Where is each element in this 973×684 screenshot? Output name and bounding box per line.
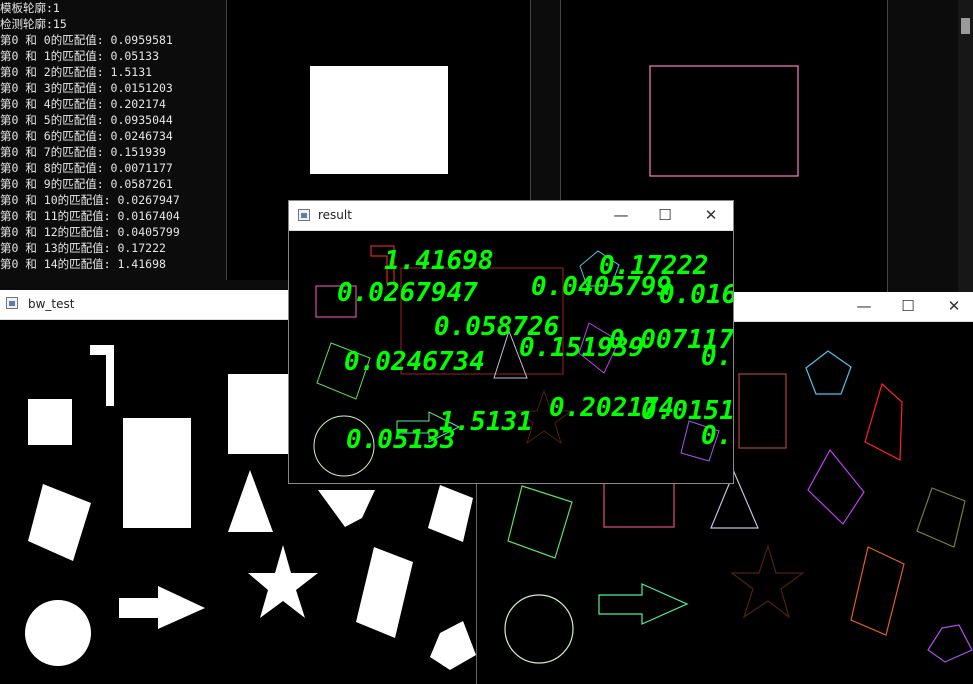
match-value-label: 0.151939 (519, 333, 644, 363)
window-app-icon (298, 209, 310, 221)
console-line: 第0 和 2的匹配值: 1.5131 (0, 65, 153, 79)
shape-tilted-rectangle (356, 547, 413, 638)
shape-small-diamond (430, 621, 476, 670)
contour-star (730, 544, 805, 619)
result-window[interactable]: result — ☐ ✕ 1.41698 0.17222 0.0267947 0.04… (288, 200, 734, 484)
shape-circle (25, 600, 91, 666)
console-line: 第0 和 6的匹配值: 0.0246734 (0, 129, 173, 143)
shape-small-square (28, 399, 72, 445)
window-app-icon (6, 297, 18, 309)
template-rectangle (310, 66, 448, 174)
match-value-label: 0.0267947 (337, 278, 478, 308)
console-line: 第0 和 7的匹配值: 0.151939 (0, 145, 166, 159)
console-scrollbar[interactable] (958, 0, 973, 292)
shape-triangle (228, 470, 273, 532)
minimize-icon[interactable]: — (611, 205, 631, 225)
match-value-label: 1.41698 (384, 246, 494, 276)
console-line: 第0 和 9的匹配值: 0.0587261 (0, 177, 173, 191)
result-title: result (318, 208, 352, 222)
shape-rhombus (28, 484, 91, 561)
contour-pentagon (805, 350, 852, 395)
template-contour (649, 65, 799, 177)
result-title-bar[interactable]: result — ☐ ✕ (289, 201, 733, 231)
close-icon[interactable]: ✕ (701, 205, 721, 225)
minimize-icon[interactable]: — (854, 296, 874, 316)
console-line: 第0 和 14的匹配值: 1.41698 (0, 257, 166, 271)
contour-small-diamond (927, 624, 973, 663)
console-line: 第0 和 11的匹配值: 0.0167404 (0, 209, 180, 223)
console-line: 模板轮廓:1 (0, 1, 60, 15)
contour-orange-rect (850, 546, 905, 636)
console-line: 第0 和 12的匹配值: 0.0405799 (0, 225, 180, 239)
shape-l-bracket (90, 345, 114, 406)
bw-test-title: bw_test (28, 297, 75, 311)
match-value-label: 0.0246734 (344, 347, 485, 377)
contour-green-rhombus (507, 485, 573, 559)
console-line: 第0 和 0的匹配值: 0.0959581 (0, 33, 173, 47)
contour-olive-rhombus (916, 487, 966, 548)
shape-pentagon-partial (318, 490, 375, 527)
console-line: 第0 和 3的匹配值: 0.0151203 (0, 81, 173, 95)
console-line: 第0 和 10的匹配值: 0.0267947 (0, 193, 180, 207)
console-scrollbar-thumb[interactable] (961, 18, 970, 34)
contour-circle (504, 594, 574, 664)
contour-rect-dark (738, 373, 787, 449)
shape-tall-rectangle (123, 418, 191, 528)
console-line: 检测轮廓:15 (0, 17, 67, 31)
shape-arrow (119, 586, 205, 629)
contour-purple-rhombus (807, 448, 865, 525)
close-icon[interactable]: ✕ (944, 296, 964, 316)
match-value-label: 0.0405799 (531, 272, 672, 302)
console-line: 第0 和 8的匹配值: 0.0071177 (0, 161, 173, 175)
console-line: 第0 和 1的匹配值: 0.05133 (0, 49, 160, 63)
maximize-icon[interactable]: ☐ (655, 205, 675, 225)
match-value-label: 0.0 (701, 342, 733, 372)
shape-small-rhombus (428, 485, 473, 542)
console-output: 模板轮廓:1 检测轮廓:15 第0 和 0的匹配值: 0.0959581 第0 和 1… (0, 0, 226, 290)
shape-star (248, 545, 318, 618)
contour-arrow (598, 583, 689, 625)
match-value-label: 0.0 (701, 421, 733, 451)
console-line: 第0 和 4的匹配值: 0.202174 (0, 97, 166, 111)
contour-pink-rect (603, 479, 675, 528)
console-line: 第0 和 13的匹配值: 0.17222 (0, 241, 166, 255)
match-value-label: 0.016 (659, 280, 733, 310)
console-background (530, 0, 560, 200)
result-image: 1.41698 0.172220.0267947 0.04057990.0160.0… (313, 245, 733, 477)
console-line: 第0 和 5的匹配值: 0.0935044 (0, 113, 173, 127)
maximize-icon[interactable]: ☐ (898, 296, 918, 316)
match-value-label: 0.05133 (346, 425, 456, 455)
contour-red-rhombus (864, 382, 903, 461)
